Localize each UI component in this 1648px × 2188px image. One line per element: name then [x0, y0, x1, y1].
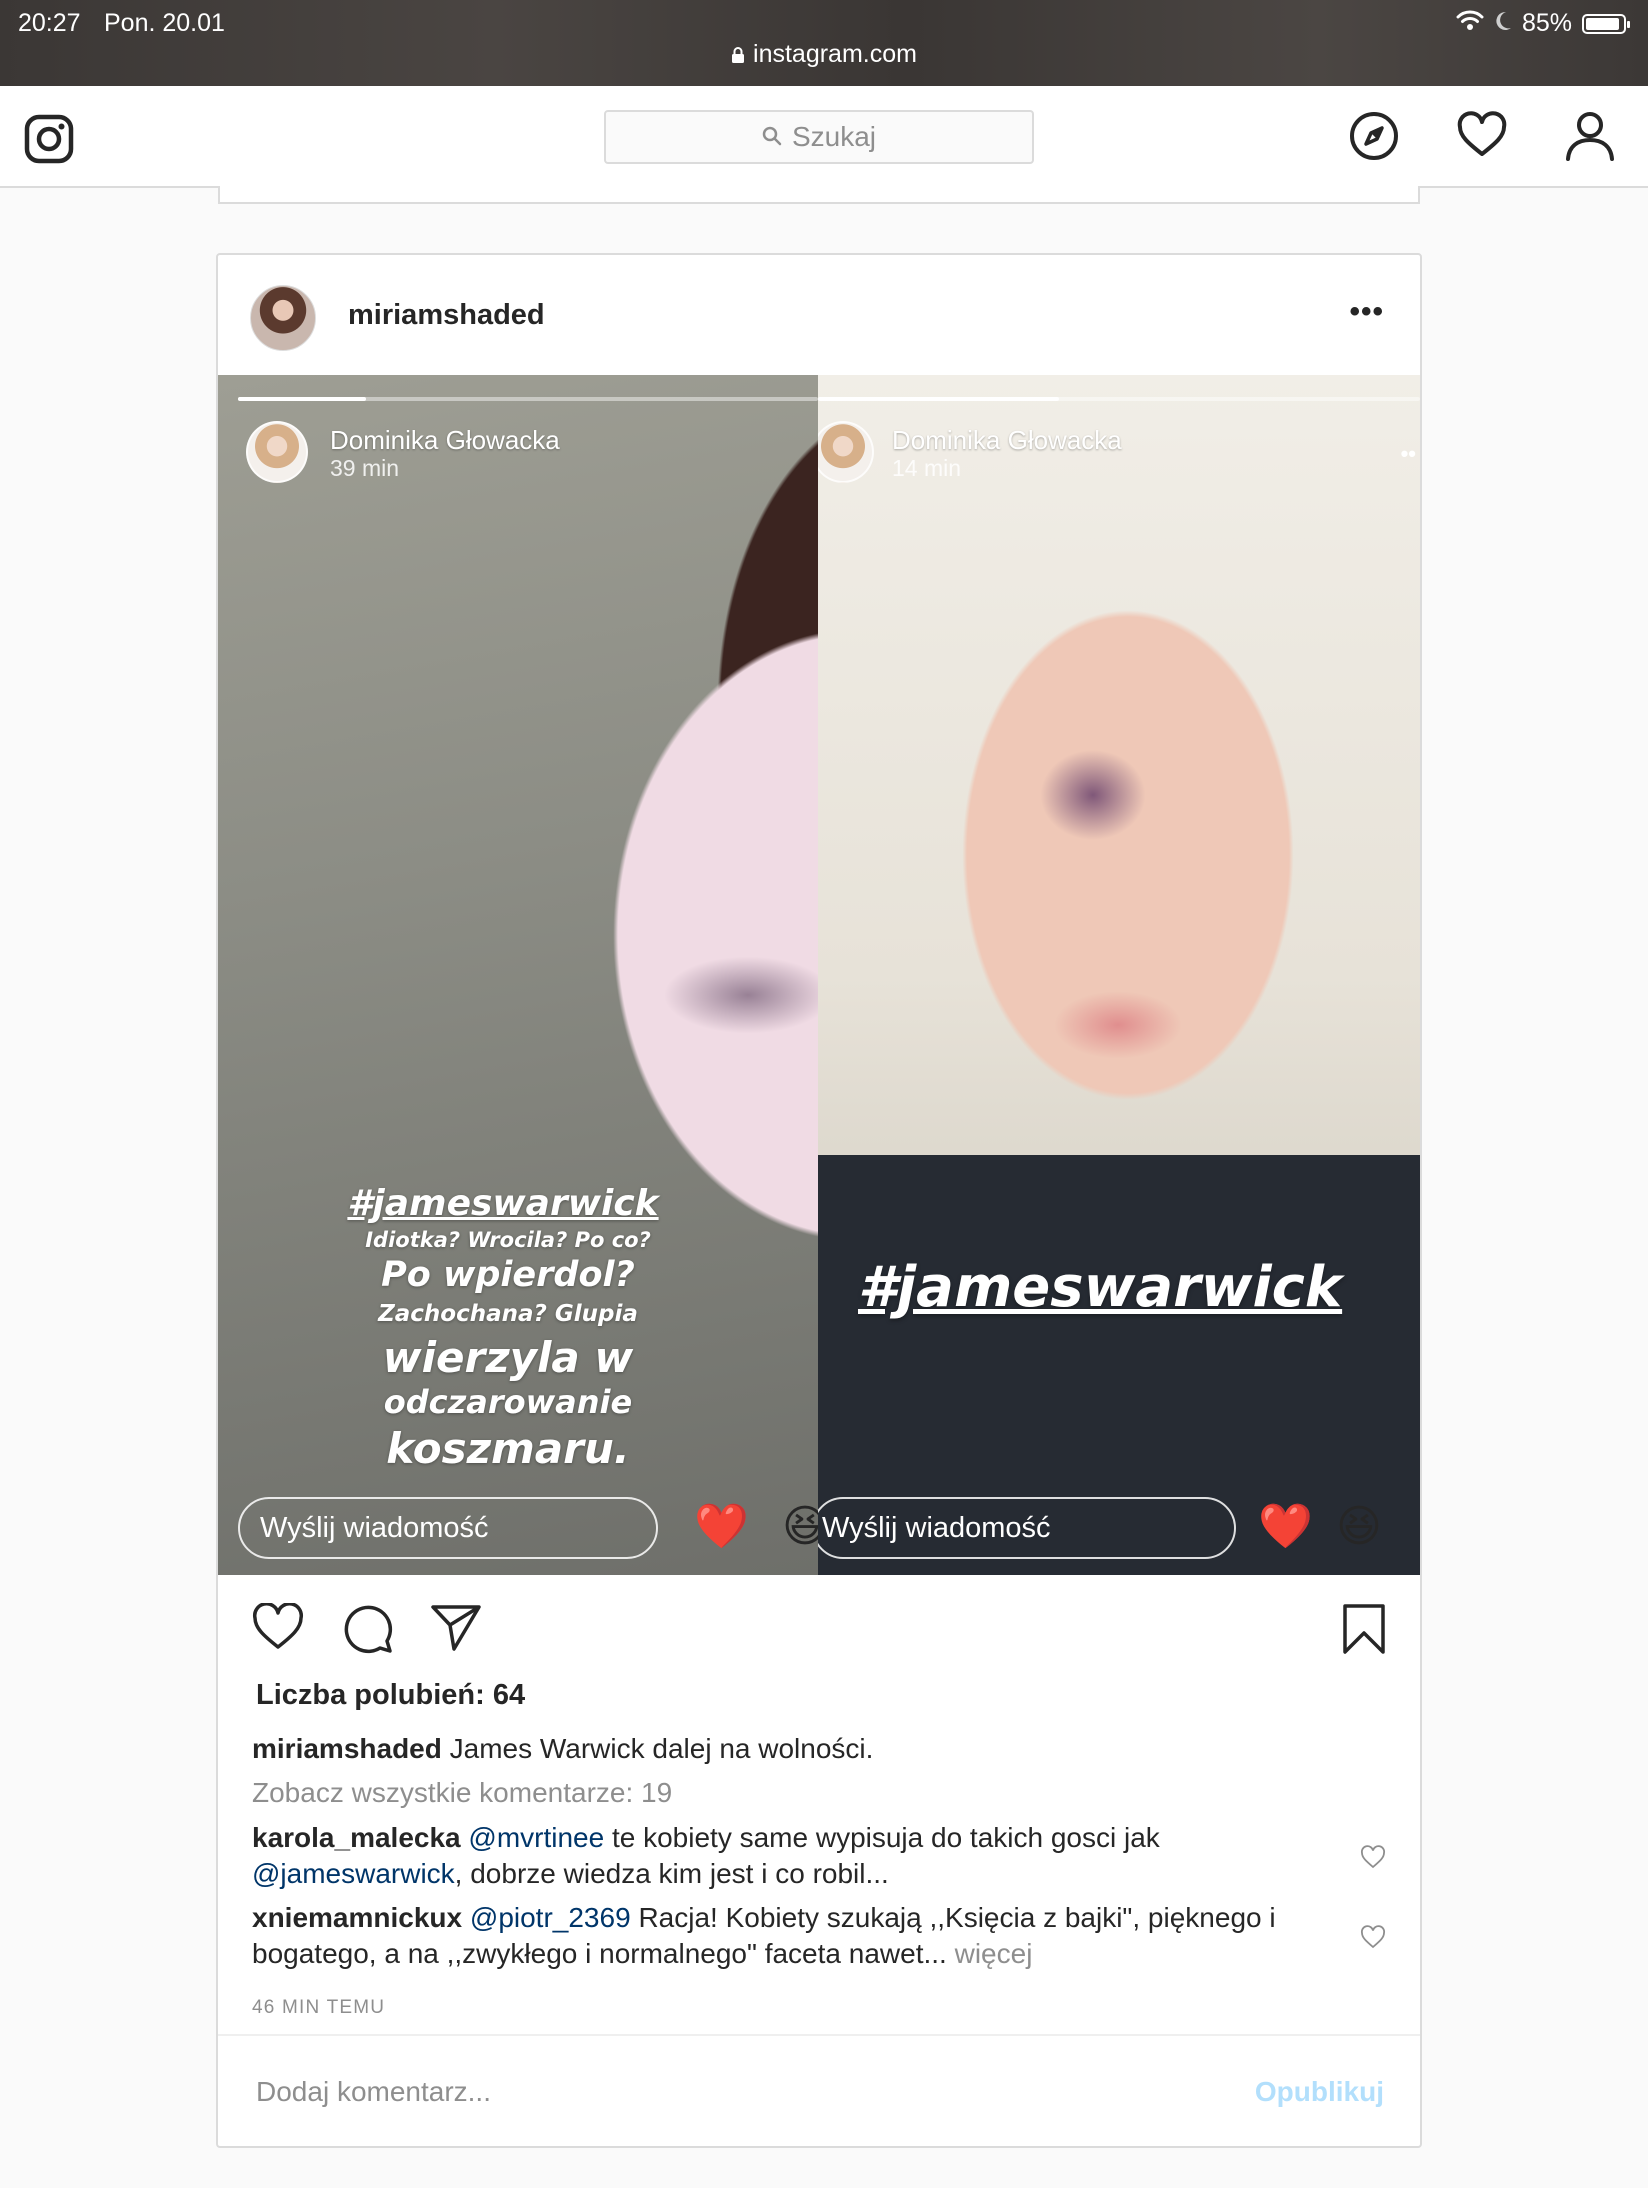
- comment-text: , dobrze wiedza kim jest i co robil...: [454, 1858, 889, 1889]
- story-caption: #jameswarwick Idiotka? Wrocila? Po co? P…: [218, 1185, 818, 1472]
- story-reply-field[interactable]: Wyślij wiadomość: [238, 1497, 658, 1559]
- post-image[interactable]: Dominika Głowacka 39 min #jameswarwick I…: [218, 375, 1420, 1575]
- publish-button[interactable]: Opublikuj: [1255, 2076, 1384, 2108]
- heart-icon[interactable]: [1456, 110, 1508, 167]
- comment-mention[interactable]: @piotr_2369: [470, 1902, 631, 1933]
- view-all-comments-link[interactable]: Zobacz wszystkie komentarze: 19: [252, 1777, 672, 1809]
- story-reply-field[interactable]: Wyślij wiadomość: [818, 1497, 1236, 1559]
- laughing-reaction-icon[interactable]: 😆: [1336, 1501, 1382, 1553]
- story-more-icon[interactable]: ••: [1401, 441, 1416, 467]
- comment-username[interactable]: xniemamnickux: [252, 1902, 462, 1933]
- story-time: 14 min: [892, 455, 962, 481]
- caption-line: #jameswarwick: [347, 1183, 659, 1224]
- compass-icon[interactable]: [1348, 110, 1400, 167]
- post-caption: miriamshaded James Warwick dalej na woln…: [252, 1733, 1380, 1765]
- heart-reaction-icon[interactable]: ❤️: [694, 1501, 749, 1553]
- add-comment-bar: Dodaj komentarz... Opublikuj: [218, 2034, 1420, 2146]
- comment-like-icon[interactable]: [1360, 1845, 1386, 1874]
- caption-line: Zachochana? Glupia: [378, 1300, 638, 1327]
- story-time: 39 min: [330, 455, 400, 481]
- story-avatar: [246, 421, 308, 483]
- like-heart-icon[interactable]: [252, 1602, 304, 1656]
- story-right: Dominika Głowacka 14 min •• #jameswarwic…: [818, 375, 1420, 1575]
- comment: xniemamnickux @piotr_2369 Racja! Kobiety…: [252, 1900, 1330, 1972]
- story-author: Dominika Głowacka: [892, 425, 1122, 455]
- caption-line: koszmaru.: [386, 1424, 630, 1474]
- battery-icon: [1582, 13, 1630, 34]
- post-username[interactable]: miriamshaded: [348, 299, 545, 332]
- story-author: Dominika Głowacka: [330, 425, 560, 455]
- caption-line: odczarowanie: [383, 1382, 633, 1421]
- caption-text: James Warwick dalej na wolności.: [449, 1733, 874, 1764]
- comment-mention[interactable]: @jameswarwick: [252, 1858, 455, 1889]
- laughing-reaction-icon[interactable]: 😆: [782, 1501, 818, 1553]
- comment: karola_malecka @mvrtinee te kobiety same…: [252, 1820, 1330, 1892]
- status-indicators: 85%: [1456, 9, 1630, 38]
- heart-reaction-icon[interactable]: ❤️: [1258, 1501, 1313, 1553]
- bookmark-icon[interactable]: [1342, 1603, 1386, 1660]
- story-left: Dominika Głowacka 39 min #jameswarwick I…: [218, 375, 818, 1575]
- caption-line: Idiotka? Wrocila? Po co?: [365, 1227, 651, 1252]
- instagram-top-nav: Szukaj: [0, 86, 1648, 188]
- more-link[interactable]: więcej: [955, 1938, 1033, 1969]
- comment-text: te kobiety same wypisuja do takich gosci…: [611, 1822, 1160, 1853]
- url-text: instagram.com: [753, 40, 917, 68]
- story-avatar: [818, 421, 874, 483]
- caption-username[interactable]: miriamshaded: [252, 1733, 442, 1764]
- search-input[interactable]: Szukaj: [604, 110, 1034, 164]
- comment-like-icon[interactable]: [1360, 1925, 1386, 1954]
- comment-mention[interactable]: @mvrtinee: [468, 1822, 604, 1853]
- status-date: Pon. 20.01: [104, 9, 225, 37]
- post-card: miriamshaded ••• Dominika Głowacka 39 mi…: [216, 253, 1422, 2148]
- profile-icon[interactable]: [1564, 110, 1616, 167]
- moon-icon: [1494, 9, 1512, 38]
- more-options-icon[interactable]: •••: [1349, 295, 1384, 329]
- post-timestamp[interactable]: 46 MIN TEMU: [252, 1997, 385, 2019]
- share-icon[interactable]: [430, 1603, 482, 1658]
- url-bar[interactable]: instagram.com: [0, 40, 1648, 71]
- search-icon: [762, 121, 782, 153]
- comment-icon[interactable]: [342, 1603, 394, 1660]
- likes-count[interactable]: Liczba polubień: 64: [256, 1679, 525, 1712]
- lock-icon: [731, 42, 745, 71]
- avatar[interactable]: [250, 285, 316, 351]
- story-hashtag: #jameswarwick: [858, 1255, 1343, 1320]
- post-header: miriamshaded •••: [218, 255, 1420, 375]
- story-progress-bar: [238, 397, 818, 401]
- battery-percent: 85%: [1521, 9, 1572, 37]
- search-placeholder: Szukaj: [791, 121, 877, 152]
- wifi-icon: [1456, 9, 1484, 38]
- comment-username[interactable]: karola_malecka: [252, 1822, 461, 1853]
- browser-status-bar: 20:27 Pon. 20.01 instagram.com 85%: [0, 0, 1648, 86]
- add-comment-input[interactable]: Dodaj komentarz...: [256, 2076, 491, 2108]
- status-time: 20:27: [18, 9, 81, 37]
- story-progress-bar: [818, 397, 1420, 401]
- post-actions: [218, 1575, 1420, 1675]
- previous-post-edge: [218, 186, 1420, 204]
- instagram-logo-icon[interactable]: [24, 114, 74, 169]
- caption-line: Po wpierdol?: [381, 1254, 635, 1295]
- caption-line: wierzyla w: [382, 1332, 634, 1382]
